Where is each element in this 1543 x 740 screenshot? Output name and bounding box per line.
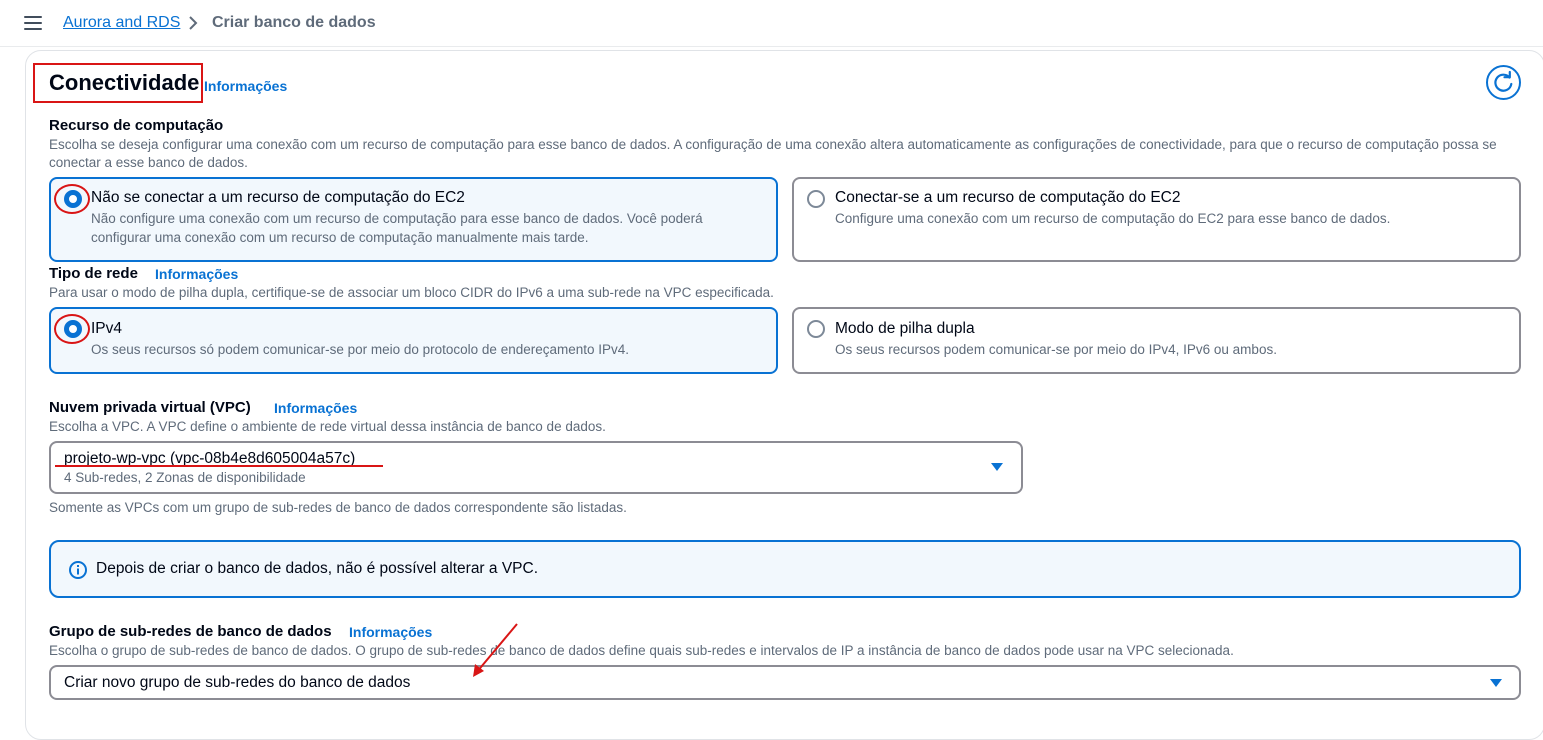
refresh-button[interactable]: [1486, 65, 1521, 100]
subnet-group-info-link[interactable]: Informações: [349, 624, 432, 640]
vpc-description: Escolha a VPC. A VPC define o ambiente d…: [49, 419, 606, 434]
compute-connect-description: Configure uma conexão com um recurso de …: [835, 211, 1391, 226]
compute-connect-title: Conectar-se a um recurso de computação d…: [835, 189, 1181, 206]
subnet-group-label: Grupo de sub-redes de banco de dados: [49, 623, 332, 640]
compute-label: Recurso de computação: [49, 117, 224, 134]
info-icon: [69, 561, 87, 579]
breadcrumb-current: Criar banco de dados: [212, 14, 376, 31]
top-bar: Aurora and RDS Criar banco de dados: [0, 0, 1543, 47]
refresh-icon: [1494, 70, 1513, 92]
chevron-right-icon: [189, 16, 198, 30]
network-type-label: Tipo de rede: [49, 265, 138, 282]
compute-description: Escolha se deseja configurar uma conexão…: [49, 137, 1497, 170]
vpc-hint: Somente as VPCs com um grupo de sub-rede…: [49, 500, 627, 515]
radio-annotation-circle: [54, 314, 90, 344]
vpc-annotation-underline: [55, 465, 383, 467]
network-ipv4-description: Os seus recursos só podem comunicar-se p…: [91, 342, 630, 357]
subnet-group-selected-value: Criar novo grupo de sub-redes do banco d…: [64, 674, 411, 691]
compute-no-connect-title: Não se conectar a um recurso de computaç…: [91, 189, 465, 206]
caret-down-icon: [1490, 679, 1502, 687]
breadcrumb-aurora-rds-link[interactable]: Aurora and RDS: [63, 14, 180, 32]
menu-icon[interactable]: [24, 16, 42, 30]
vpc-selected-meta: 4 Sub-redes, 2 Zonas de disponibilidade: [64, 470, 306, 485]
network-info-link[interactable]: Informações: [155, 266, 238, 282]
network-type-description: Para usar o modo de pilha dupla, certifi…: [49, 285, 774, 300]
network-dual-stack-description: Os seus recursos podem comunicar-se por …: [835, 342, 1277, 357]
compute-no-connect-description: Não configure uma conexão com um recurso…: [91, 211, 703, 245]
section-title: Conectividade: [49, 70, 200, 95]
network-dual-stack-radio[interactable]: [807, 320, 825, 338]
compute-connect-radio[interactable]: [807, 190, 825, 208]
caret-down-icon: [991, 463, 1003, 471]
vpc-label: Nuvem privada virtual (VPC): [49, 399, 251, 416]
annotation-arrow-icon: [473, 623, 518, 677]
network-dual-stack-title: Modo de pilha dupla: [835, 320, 975, 337]
vpc-alert-text: Depois de criar o banco de dados, não é …: [96, 560, 539, 577]
vpc-info-link[interactable]: Informações: [274, 400, 357, 416]
subnet-group-description: Escolha o grupo de sub-redes de banco de…: [49, 643, 1234, 658]
network-ipv4-title: IPv4: [91, 320, 123, 337]
section-info-link[interactable]: Informações: [204, 78, 287, 94]
radio-annotation-circle: [54, 184, 90, 214]
